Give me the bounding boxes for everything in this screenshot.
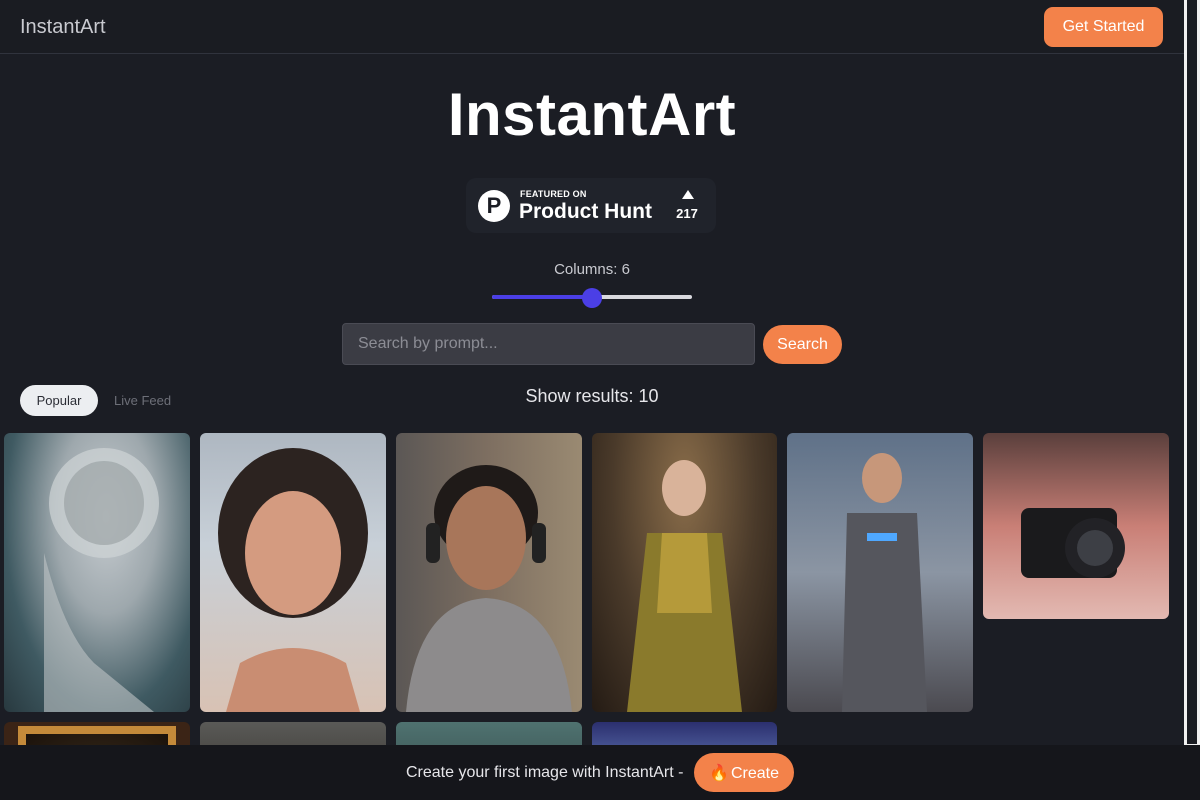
warrior-shape <box>842 453 927 712</box>
upvote-arrow-icon <box>682 190 694 199</box>
columns-label: Columns: 6 <box>554 261 630 278</box>
search-button[interactable]: Search <box>763 325 842 364</box>
camera-shape <box>1021 508 1125 578</box>
create-button-label: Create <box>730 764 779 782</box>
create-button[interactable]: 🔥 Create <box>694 753 794 792</box>
gallery-image-camera[interactable] <box>983 433 1169 619</box>
product-hunt-vote-count: 217 <box>676 206 698 221</box>
product-hunt-badge[interactable]: P FEATURED ON Product Hunt 217 <box>466 178 716 233</box>
man-headphones-shape <box>406 465 572 712</box>
search-input[interactable] <box>342 323 755 365</box>
page-title: InstantArt <box>447 81 737 148</box>
product-hunt-name: Product Hunt <box>519 200 652 223</box>
golden-dress-shape <box>627 460 742 712</box>
fire-icon: 🔥 <box>709 762 729 782</box>
gallery-image-cyborg[interactable] <box>4 433 190 712</box>
get-started-button[interactable]: Get Started <box>1044 7 1163 47</box>
bottom-cta-text: Create your first image with InstantArt … <box>406 764 684 781</box>
top-navbar: InstantArt Get Started <box>0 0 1184 54</box>
columns-slider-thumb[interactable] <box>582 288 602 308</box>
gallery-image-woman-portrait[interactable] <box>200 433 386 712</box>
gallery-image-armored-warrior[interactable] <box>787 433 973 712</box>
gallery-image-man-headphones[interactable] <box>396 433 582 712</box>
columns-slider-fill <box>492 295 592 299</box>
product-hunt-featured-text: FEATURED ON <box>520 189 587 199</box>
brand-logo[interactable]: InstantArt <box>20 16 106 39</box>
bottom-cta-bar: Create your first image with InstantArt … <box>0 745 1200 800</box>
results-count: Show results: 10 <box>525 386 659 406</box>
woman-face-shape <box>218 448 368 712</box>
scrollbar-thumb[interactable] <box>1187 0 1197 744</box>
gallery-image-golden-dress[interactable] <box>592 433 777 712</box>
product-hunt-logo-icon: P <box>478 190 510 222</box>
cyborg-head-shape <box>44 448 159 712</box>
